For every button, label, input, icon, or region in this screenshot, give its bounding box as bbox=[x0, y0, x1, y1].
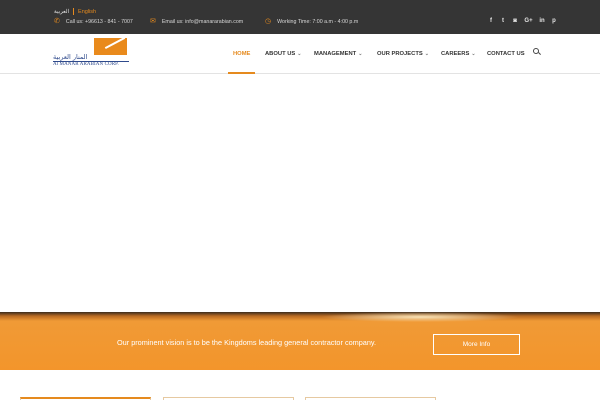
language-switcher: العربية English bbox=[54, 8, 96, 15]
facebook-icon[interactable]: f bbox=[488, 17, 494, 25]
company-logo[interactable]: المنار العربية Al MANAR ARABIAN CORP. bbox=[51, 36, 129, 70]
instagram-icon[interactable]: ◙ bbox=[512, 17, 518, 25]
logo-arabic-text: المنار العربية bbox=[53, 53, 88, 61]
top-bar: العربية English ✆ Call us: +96613 - 841 … bbox=[0, 0, 600, 34]
envelope-icon: ✉ bbox=[150, 18, 156, 25]
phone-icon: ✆ bbox=[54, 18, 60, 25]
email-text[interactable]: Email us: info@manararabian.com bbox=[162, 19, 243, 25]
nav-item-management[interactable]: MANAGEMENT ⌄ bbox=[314, 34, 362, 74]
twitter-icon[interactable]: t bbox=[500, 17, 506, 25]
pinterest-icon[interactable]: p bbox=[551, 17, 557, 25]
linkedin-icon[interactable]: in bbox=[539, 17, 545, 25]
nav-item-careers[interactable]: CAREERS ⌄ bbox=[441, 34, 476, 74]
nav-label: CAREERS bbox=[441, 51, 470, 57]
nav-item-our-projects[interactable]: OUR PROJECTS ⌄ bbox=[377, 34, 429, 74]
social-links: f t ◙ G+ in p bbox=[488, 17, 557, 25]
logo-mark-icon bbox=[94, 38, 127, 55]
more-info-button[interactable]: More Info bbox=[433, 334, 520, 355]
chevron-down-icon: ⌄ bbox=[358, 51, 363, 57]
clock-icon: ◷ bbox=[265, 18, 272, 25]
banner-glow bbox=[320, 312, 520, 322]
phone-info: ✆ Call us: +96613 - 841 - 7007 bbox=[54, 18, 133, 25]
hero-slider bbox=[0, 75, 600, 312]
hours-text: Working Time: 7:00 a.m - 4:00 p.m bbox=[277, 18, 359, 25]
lang-english-link[interactable]: English bbox=[78, 9, 96, 15]
vision-banner: Our prominent vision is to be the Kingdo… bbox=[0, 312, 600, 370]
nav-label: MANAGEMENT bbox=[314, 51, 357, 57]
chevron-down-icon: ⌄ bbox=[471, 51, 476, 57]
lang-divider bbox=[73, 8, 75, 15]
nav-label: ABOUT US bbox=[265, 51, 296, 57]
nav-item-home[interactable]: HOME bbox=[227, 34, 256, 74]
nav-label: CONTACT US bbox=[487, 51, 525, 57]
nav-item-contact-us[interactable]: CONTACT US bbox=[487, 34, 525, 74]
chevron-down-icon: ⌄ bbox=[297, 51, 302, 57]
lang-arabic-link[interactable]: العربية bbox=[54, 9, 69, 15]
nav-label: HOME bbox=[233, 51, 251, 57]
google-plus-icon[interactable]: G+ bbox=[524, 17, 533, 25]
phone-text: Call us: +96613 - 841 - 7007 bbox=[65, 18, 133, 25]
chevron-down-icon: ⌄ bbox=[424, 51, 429, 57]
feature-cards bbox=[0, 370, 600, 400]
search-icon[interactable] bbox=[533, 48, 541, 56]
logo-english-text: Al MANAR ARABIAN CORP. bbox=[53, 62, 119, 67]
email-info: ✉ Email us: info@manararabian.com bbox=[150, 18, 243, 25]
nav-label: OUR PROJECTS bbox=[377, 51, 423, 57]
nav-item-about-us[interactable]: ABOUT US ⌄ bbox=[265, 34, 301, 74]
vision-text: Our prominent vision is to be the Kingdo… bbox=[117, 338, 377, 347]
hours-info: ◷ Working Time: 7:00 a.m - 4:00 p.m bbox=[265, 18, 358, 25]
